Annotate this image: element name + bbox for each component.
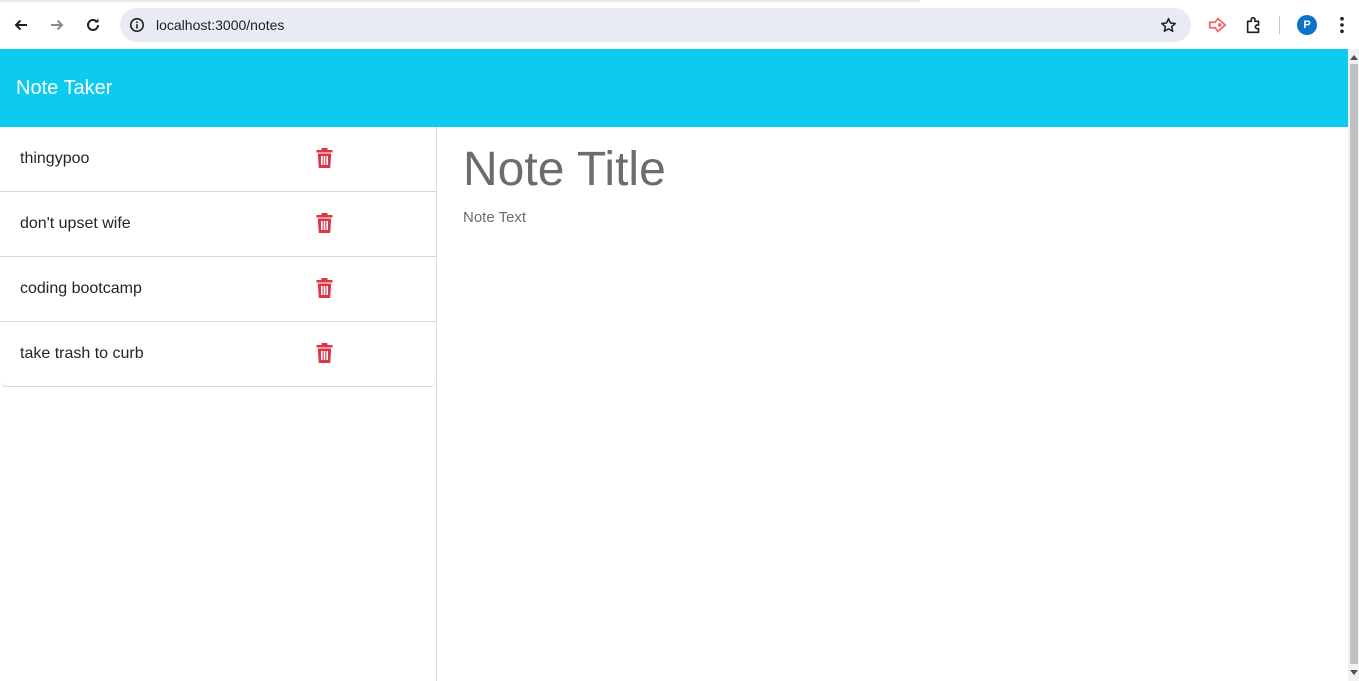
url-text[interactable]: localhost:3000/notes — [156, 17, 284, 33]
note-title-input[interactable] — [463, 140, 1323, 198]
scroll-up-arrow[interactable] — [1350, 55, 1358, 60]
scroll-down-arrow[interactable] — [1350, 670, 1358, 675]
navbar: Note Taker — [0, 49, 1348, 127]
list-item[interactable]: thingypoo — [0, 127, 436, 192]
list-item[interactable]: coding bootcamp — [0, 257, 436, 322]
reload-icon — [87, 18, 99, 31]
note-title[interactable]: don't upset wife — [20, 215, 131, 233]
puzzle-icon[interactable] — [1243, 14, 1265, 36]
note-title[interactable]: thingypoo — [20, 150, 89, 168]
kebab-menu-icon[interactable] — [1333, 14, 1351, 36]
arrow-right-icon — [51, 19, 64, 31]
note-list: thingypoo don't upset wife coding bootca… — [0, 127, 436, 387]
trash-icon[interactable] — [316, 148, 333, 168]
trash-icon[interactable] — [316, 343, 333, 363]
avatar[interactable]: P — [1297, 15, 1317, 35]
forward-button[interactable] — [43, 11, 71, 39]
scrollbar[interactable] — [1348, 49, 1359, 681]
tab-strip-edge — [0, 0, 920, 2]
reload-button[interactable] — [79, 11, 107, 39]
extension-icon[interactable] — [1206, 14, 1228, 36]
toolbar-divider — [1279, 16, 1280, 34]
note-text-input[interactable] — [463, 209, 1323, 509]
browser-toolbar: localhost:3000/notes P — [0, 0, 1359, 49]
info-icon[interactable] — [128, 16, 146, 34]
list-item[interactable]: don't upset wife — [0, 192, 436, 257]
back-button[interactable] — [7, 11, 35, 39]
note-editor — [463, 127, 1333, 681]
note-sidebar: thingypoo don't upset wife coding bootca… — [0, 127, 437, 681]
arrow-left-icon — [14, 19, 27, 31]
list-item[interactable]: take trash to curb — [0, 322, 436, 387]
page: Note Taker thingypoo don't upset wife co… — [0, 49, 1348, 681]
note-title[interactable]: take trash to curb — [20, 345, 144, 363]
note-title[interactable]: coding bootcamp — [20, 280, 142, 298]
scrollbar-thumb[interactable] — [1350, 64, 1358, 664]
trash-icon[interactable] — [316, 213, 333, 233]
address-bar[interactable]: localhost:3000/notes — [120, 8, 1191, 42]
trash-icon[interactable] — [316, 278, 333, 298]
app-title[interactable]: Note Taker — [16, 77, 112, 100]
star-icon[interactable] — [1159, 16, 1177, 34]
